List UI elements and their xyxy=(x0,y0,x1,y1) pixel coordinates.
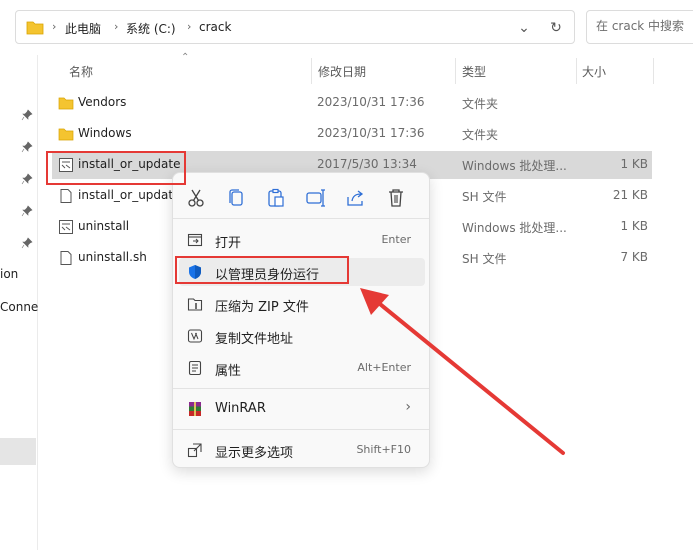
menu-item-label: 压缩为 ZIP 文件 xyxy=(215,300,309,315)
copy-icon[interactable] xyxy=(224,187,248,209)
file-size: 7 KB xyxy=(620,250,648,264)
file-type: 文件夹 xyxy=(462,97,499,111)
menu-item-open[interactable]: 打开 Enter xyxy=(179,226,425,254)
menu-item-label: 显示更多选项 xyxy=(215,446,294,461)
refresh-icon[interactable]: ↻ xyxy=(544,17,568,39)
breadcrumb-crack[interactable]: crack xyxy=(199,20,231,34)
breadcrumb-this-pc[interactable]: 此电脑 xyxy=(65,20,101,37)
file-type: SH 文件 xyxy=(462,252,507,266)
file-icon xyxy=(60,189,72,203)
pin-icon xyxy=(21,205,33,217)
file-type: Windows 批处理... xyxy=(462,221,567,235)
delete-icon[interactable] xyxy=(384,187,408,209)
copy-path-icon xyxy=(187,329,203,343)
pin-icon xyxy=(21,141,33,153)
file-size: 1 KB xyxy=(620,157,648,171)
pin-icon xyxy=(21,109,33,121)
more-options-icon xyxy=(187,443,202,458)
chevron-right-icon: › xyxy=(52,20,57,33)
rename-icon[interactable] xyxy=(304,187,328,209)
column-header-size[interactable]: 大小 xyxy=(582,63,606,80)
file-size: 1 KB xyxy=(620,219,648,233)
menu-item-label: 打开 xyxy=(215,236,242,251)
column-divider[interactable] xyxy=(653,58,654,84)
folder-icon xyxy=(58,128,74,141)
file-row[interactable]: Vendors 2023/10/31 17:36 文件夹 xyxy=(52,89,652,117)
file-type: SH 文件 xyxy=(462,190,507,204)
column-header-date[interactable]: 修改日期 xyxy=(318,63,366,80)
winrar-icon xyxy=(189,402,201,416)
file-date: 2017/5/30 13:34 xyxy=(317,157,417,171)
menu-item-label: 属性 xyxy=(215,364,242,379)
sort-ascending-icon: ⌃ xyxy=(181,52,190,63)
menu-divider xyxy=(173,218,429,219)
column-divider[interactable] xyxy=(311,58,312,84)
paste-icon[interactable] xyxy=(264,187,288,209)
zip-icon xyxy=(187,298,203,311)
search-box[interactable] xyxy=(586,10,693,44)
chevron-right-icon: › xyxy=(187,20,192,33)
address-bar[interactable]: › 此电脑 › 系统 (C:) › crack ⌄ ↻ xyxy=(15,10,575,44)
file-type: Windows 批处理... xyxy=(462,159,567,173)
annotation-highlight-run-as-admin xyxy=(175,256,349,284)
share-icon[interactable] xyxy=(344,187,368,209)
annotation-highlight-file xyxy=(46,151,186,185)
file-size: 21 KB xyxy=(612,188,648,202)
file-type: 文件夹 xyxy=(462,128,499,142)
annotation-arrow xyxy=(360,288,565,455)
file-row[interactable]: Windows 2023/10/31 17:36 文件夹 xyxy=(52,120,652,148)
file-name: install_or_update xyxy=(78,188,181,202)
file-date: 2023/10/31 17:36 xyxy=(317,126,425,140)
pin-icon xyxy=(21,237,33,249)
chevron-right-icon: › xyxy=(114,20,119,33)
column-divider[interactable] xyxy=(576,58,577,84)
menu-item-label: 复制文件地址 xyxy=(215,332,294,347)
open-icon xyxy=(187,233,203,247)
properties-icon xyxy=(188,360,202,376)
column-header-name[interactable]: 名称 xyxy=(69,63,93,80)
breadcrumb-system-drive[interactable]: 系统 (C:) xyxy=(126,20,176,37)
cut-icon[interactable] xyxy=(184,187,208,209)
folder-icon xyxy=(58,97,74,110)
column-header-type[interactable]: 类型 xyxy=(462,63,486,80)
file-name: uninstall xyxy=(78,219,130,233)
pin-icon xyxy=(21,173,33,185)
nav-item-partial[interactable]: Conne xyxy=(0,300,38,314)
column-divider[interactable] xyxy=(455,58,456,84)
nav-item-selected[interactable] xyxy=(0,438,36,465)
navigation-pane: ion Conne xyxy=(0,55,38,550)
file-name: uninstall.sh xyxy=(78,250,147,264)
folder-icon xyxy=(26,21,44,35)
file-icon xyxy=(60,251,72,265)
file-name: Windows xyxy=(78,126,132,140)
file-date: 2023/10/31 17:36 xyxy=(317,95,425,109)
menu-item-label: WinRAR xyxy=(215,401,266,416)
menu-item-shortcut: Enter xyxy=(381,233,411,246)
search-input[interactable] xyxy=(596,19,693,33)
file-name: Vendors xyxy=(78,95,127,109)
nav-item-partial[interactable]: ion xyxy=(0,267,18,281)
batch-file-icon xyxy=(59,220,73,234)
chevron-down-icon[interactable]: ⌄ xyxy=(512,17,536,39)
